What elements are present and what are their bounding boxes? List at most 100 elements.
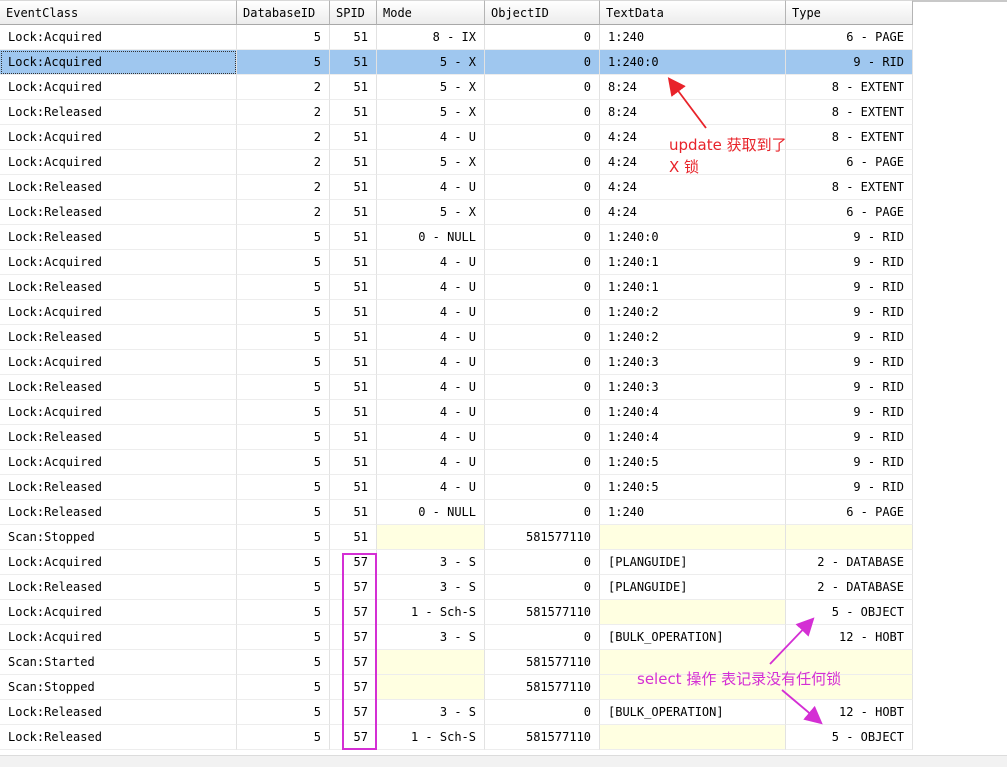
table-row[interactable]: Lock:Acquired 5 51 8 - IX 0 1:240 6 - PAGE [0, 25, 913, 50]
cell-spid: 51 [330, 250, 377, 275]
cell-eventclass: Lock:Acquired [0, 300, 237, 325]
cell-type: 5 - OBJECT [786, 725, 913, 750]
cell-objectid: 581577110 [485, 725, 600, 750]
table-row[interactable]: Lock:Released 5 51 0 - NULL 0 1:240 6 - PAGE [0, 500, 913, 525]
table-row[interactable]: Lock:Released 2 51 4 - U 0 4:24 8 - EXTENT [0, 175, 913, 200]
cell-mode: 5 - X [377, 200, 485, 225]
cell-spid: 51 [330, 300, 377, 325]
cell-eventclass: Lock:Acquired [0, 25, 237, 50]
table-row[interactable]: Lock:Acquired 5 51 4 - U 0 1:240:5 9 - RID [0, 450, 913, 475]
update-annotation: update 获取到了 X 锁 [669, 134, 787, 178]
column-header-textdata[interactable]: TextData [600, 0, 786, 25]
table-row[interactable]: Lock:Acquired 5 51 4 - U 0 1:240:1 9 - RID [0, 250, 913, 275]
cell-spid: 51 [330, 450, 377, 475]
table-row[interactable]: Lock:Released 2 51 5 - X 0 8:24 8 - EXTENT [0, 100, 913, 125]
cell-databaseid: 5 [237, 300, 330, 325]
table-row[interactable]: Lock:Released 5 51 0 - NULL 0 1:240:0 9 - RID [0, 225, 913, 250]
cell-objectid: 0 [485, 100, 600, 125]
cell-objectid: 0 [485, 200, 600, 225]
cell-spid: 51 [330, 475, 377, 500]
table-row[interactable]: Lock:Acquired 5 51 4 - U 0 1:240:2 9 - RID [0, 300, 913, 325]
table-row[interactable]: Lock:Released 5 51 4 - U 0 1:240:1 9 - RID [0, 275, 913, 300]
cell-databaseid: 5 [237, 700, 330, 725]
cell-objectid: 0 [485, 625, 600, 650]
table-row[interactable]: Lock:Acquired 5 51 4 - U 0 1:240:4 9 - RID [0, 400, 913, 425]
table-row[interactable]: Lock:Released 5 57 1 - Sch-S 581577110 5 - OB… [0, 725, 913, 750]
cell-spid: 51 [330, 75, 377, 100]
table-row[interactable]: Lock:Released 5 57 3 - S 0 [PLANGUIDE] 2 - DAT… [0, 575, 913, 600]
cell-type: 9 - RID [786, 50, 913, 75]
cell-mode: 4 - U [377, 275, 485, 300]
cell-databaseid: 5 [237, 225, 330, 250]
cell-textdata: 1:240:4 [600, 425, 786, 450]
cell-databaseid: 2 [237, 175, 330, 200]
cell-mode: 1 - Sch-S [377, 600, 485, 625]
cell-textdata: 8:24 [600, 75, 786, 100]
cell-textdata: 1:240:5 [600, 450, 786, 475]
cell-mode: 4 - U [377, 350, 485, 375]
update-annotation-line2: X 锁 [669, 158, 700, 176]
cell-mode: 4 - U [377, 450, 485, 475]
cell-textdata: 1:240:2 [600, 300, 786, 325]
cell-objectid: 0 [485, 50, 600, 75]
cell-databaseid: 2 [237, 100, 330, 125]
cell-mode: 4 - U [377, 375, 485, 400]
table-row[interactable]: Lock:Released 5 51 4 - U 0 1:240:2 9 - RID [0, 325, 913, 350]
cell-mode: 0 - NULL [377, 500, 485, 525]
cell-databaseid: 5 [237, 675, 330, 700]
column-header-databaseid[interactable]: DatabaseID [237, 0, 330, 25]
cell-textdata: 1:240:3 [600, 350, 786, 375]
cell-textdata [600, 725, 786, 750]
cell-type: 9 - RID [786, 300, 913, 325]
cell-mode: 3 - S [377, 625, 485, 650]
cell-objectid: 0 [485, 275, 600, 300]
cell-databaseid: 5 [237, 50, 330, 75]
horizontal-scrollbar[interactable] [0, 755, 1007, 767]
cell-eventclass: Lock:Acquired [0, 625, 237, 650]
cell-databaseid: 5 [237, 25, 330, 50]
cell-type: 9 - RID [786, 250, 913, 275]
table-row[interactable]: Lock:Released 5 51 4 - U 0 1:240:5 9 - RID [0, 475, 913, 500]
table-row[interactable]: Lock:Released 5 51 4 - U 0 1:240:3 9 - RID [0, 375, 913, 400]
cell-eventclass: Lock:Acquired [0, 75, 237, 100]
cell-eventclass: Scan:Stopped [0, 525, 237, 550]
cell-eventclass: Lock:Released [0, 175, 237, 200]
spid-57-highlight-box [342, 553, 377, 750]
table-row[interactable]: Lock:Acquired 5 51 4 - U 0 1:240:3 9 - RID [0, 350, 913, 375]
cell-textdata: 1:240:5 [600, 475, 786, 500]
cell-objectid: 0 [485, 475, 600, 500]
table-row[interactable]: Lock:Released 5 51 4 - U 0 1:240:4 9 - RID [0, 425, 913, 450]
column-header-objectid[interactable]: ObjectID [485, 0, 600, 25]
column-header-eventclass[interactable]: EventClass [0, 0, 237, 25]
cell-objectid: 0 [485, 300, 600, 325]
cell-objectid: 0 [485, 325, 600, 350]
column-header-type[interactable]: Type [786, 0, 913, 25]
cell-eventclass: Lock:Released [0, 700, 237, 725]
table-row[interactable]: Lock:Released 5 57 3 - S 0 [BULK_OPERATION] 12… [0, 700, 913, 725]
cell-type: 9 - RID [786, 425, 913, 450]
column-header-spid[interactable]: SPID [330, 0, 377, 25]
cell-type: 12 - HOBT [786, 700, 913, 725]
cell-textdata: 1:240:2 [600, 325, 786, 350]
cell-textdata: 1:240 [600, 25, 786, 50]
table-row[interactable]: Lock:Acquired 5 57 1 - Sch-S 581577110 5 - OB… [0, 600, 913, 625]
table-row[interactable]: Lock:Acquired 5 57 3 - S 0 [PLANGUIDE] 2 - DAT… [0, 550, 913, 575]
cell-databaseid: 5 [237, 525, 330, 550]
cell-eventclass: Lock:Acquired [0, 450, 237, 475]
table-row[interactable]: Lock:Acquired 2 51 5 - X 0 8:24 8 - EXTENT [0, 75, 913, 100]
cell-mode: 4 - U [377, 250, 485, 275]
cell-mode: 4 - U [377, 125, 485, 150]
table-row[interactable]: Scan:Stopped 5 51 581577110 [0, 525, 913, 550]
select-annotation: select 操作 表记录没有任何锁 [637, 670, 842, 688]
table-row[interactable]: Lock:Acquired 5 51 5 - X 0 1:240:0 9 - RID [0, 50, 913, 75]
cell-databaseid: 2 [237, 75, 330, 100]
column-header-mode[interactable]: Mode [377, 0, 485, 25]
cell-eventclass: Lock:Acquired [0, 550, 237, 575]
cell-textdata [600, 525, 786, 550]
cell-textdata: [PLANGUIDE] [600, 575, 786, 600]
cell-eventclass: Scan:Stopped [0, 675, 237, 700]
trace-results-grid: EventClass DatabaseID SPID Mode ObjectID… [0, 0, 913, 750]
table-row[interactable]: Lock:Acquired 5 57 3 - S 0 [BULK_OPERATION] 12… [0, 625, 913, 650]
table-row[interactable]: Lock:Released 2 51 5 - X 0 4:24 6 - PAGE [0, 200, 913, 225]
cell-textdata: 4:24 [600, 200, 786, 225]
